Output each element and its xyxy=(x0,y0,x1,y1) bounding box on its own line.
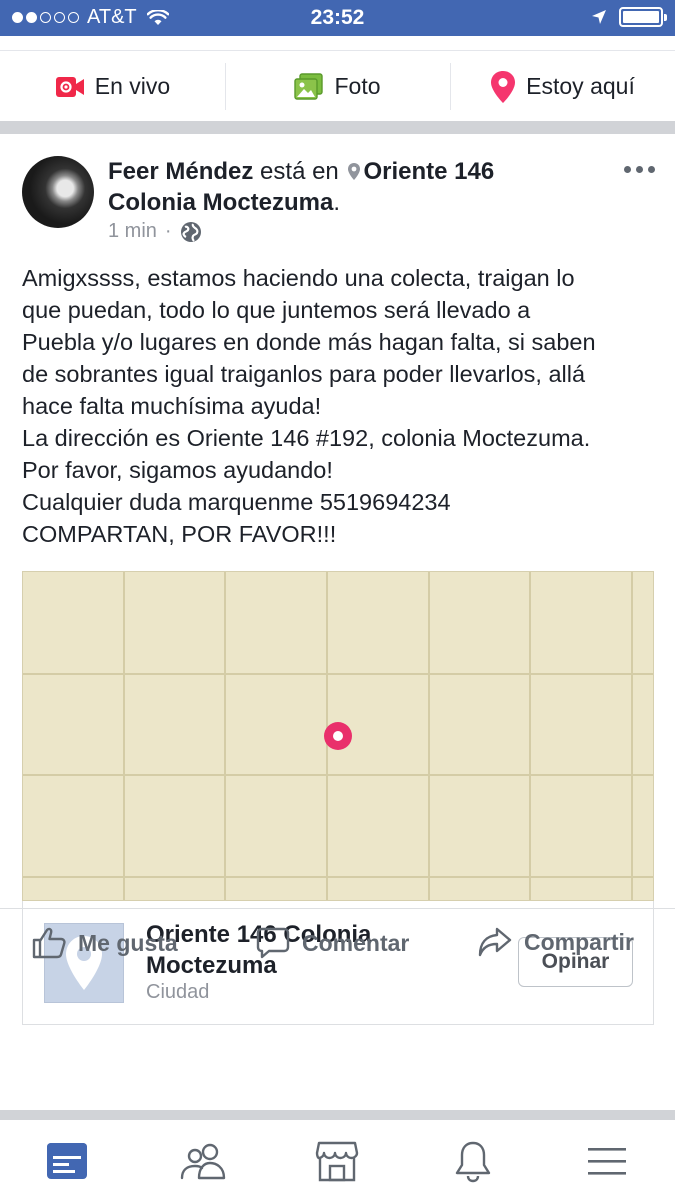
location-connector: está en xyxy=(260,158,339,185)
post-header: Feer Méndez está en Oriente 146 Colonia … xyxy=(108,158,495,216)
photo-button[interactable]: Foto xyxy=(225,51,450,122)
share-arrow-icon xyxy=(478,927,512,957)
share-button[interactable]: Compartir xyxy=(478,927,634,957)
post-body-line: Por favor, sigamos ayudando! xyxy=(22,457,333,483)
map-location-pin-icon xyxy=(324,722,352,750)
friends-icon xyxy=(180,1143,226,1180)
tab-friends[interactable] xyxy=(178,1136,228,1186)
live-video-label: En vivo xyxy=(94,73,171,99)
news-feed-icon xyxy=(47,1143,87,1179)
like-button[interactable]: Me gusta xyxy=(32,927,178,959)
clock: 23:52 xyxy=(310,6,365,29)
post-meta: 1 min · xyxy=(108,220,202,243)
bell-icon xyxy=(455,1141,491,1183)
live-video-icon xyxy=(55,76,84,97)
section-divider xyxy=(0,1110,675,1120)
tab-menu[interactable] xyxy=(582,1136,632,1186)
location-marker-icon xyxy=(348,163,361,180)
post-body-line: hace falta muchísima ayuda! xyxy=(22,393,322,419)
post-body-line: que puedan, todo lo que juntemos será ll… xyxy=(22,297,531,323)
hamburger-menu-icon xyxy=(588,1148,626,1175)
tab-notifications[interactable] xyxy=(448,1136,498,1186)
tab-marketplace[interactable] xyxy=(312,1136,362,1186)
tab-news-feed[interactable] xyxy=(42,1136,92,1186)
post-body: Amigxssss, estamos haciendo una colecta,… xyxy=(22,262,662,550)
post-body-line: La dirección es Oriente 146 #192, coloni… xyxy=(22,425,591,451)
battery-icon xyxy=(619,7,667,27)
post-timestamp[interactable]: 1 min xyxy=(108,220,157,243)
post-actions: Me gusta Comentar Compartir xyxy=(0,908,675,982)
author-avatar[interactable] xyxy=(22,156,94,228)
place-category: Ciudad xyxy=(146,981,210,1003)
like-label: Me gusta xyxy=(78,929,178,956)
composer-actions: En vivo Foto Estoy aquí xyxy=(0,50,675,122)
check-in-label: Estoy aquí xyxy=(526,73,635,99)
check-in-button[interactable]: Estoy aquí xyxy=(450,51,675,122)
meta-separator: · xyxy=(164,220,172,242)
live-video-button[interactable]: En vivo xyxy=(0,51,225,122)
bottom-tab-bar xyxy=(0,1120,675,1200)
photo-label: Foto xyxy=(334,73,381,99)
comment-button[interactable]: Comentar xyxy=(256,927,409,959)
photo-icon xyxy=(294,72,324,100)
section-divider xyxy=(0,121,675,134)
location-pin-icon xyxy=(491,70,516,103)
status-bar: AT&T 23:52 xyxy=(0,0,675,36)
location-map[interactable] xyxy=(22,571,654,901)
comment-label: Comentar xyxy=(302,929,410,956)
post-options-icon[interactable] xyxy=(624,166,655,173)
globe-icon[interactable] xyxy=(180,221,202,243)
thumbs-up-icon xyxy=(32,927,66,959)
post-body-line: de sobrantes igual traiganlos para poder… xyxy=(22,361,586,387)
comment-icon xyxy=(256,927,290,959)
post-body-line: Amigxssss, estamos haciendo una colecta,… xyxy=(22,265,575,291)
share-label: Compartir xyxy=(524,928,634,955)
post-body-line: Puebla y/o lugares en donde más hagan fa… xyxy=(22,329,596,355)
marketplace-icon xyxy=(315,1141,359,1182)
author-name[interactable]: Feer Méndez xyxy=(108,158,253,185)
post-body-line: Cualquier duda marquenme 5519694234 xyxy=(22,489,451,515)
location-services-icon xyxy=(592,10,606,24)
post-body-line: COMPARTAN, POR FAVOR!!! xyxy=(22,521,337,547)
